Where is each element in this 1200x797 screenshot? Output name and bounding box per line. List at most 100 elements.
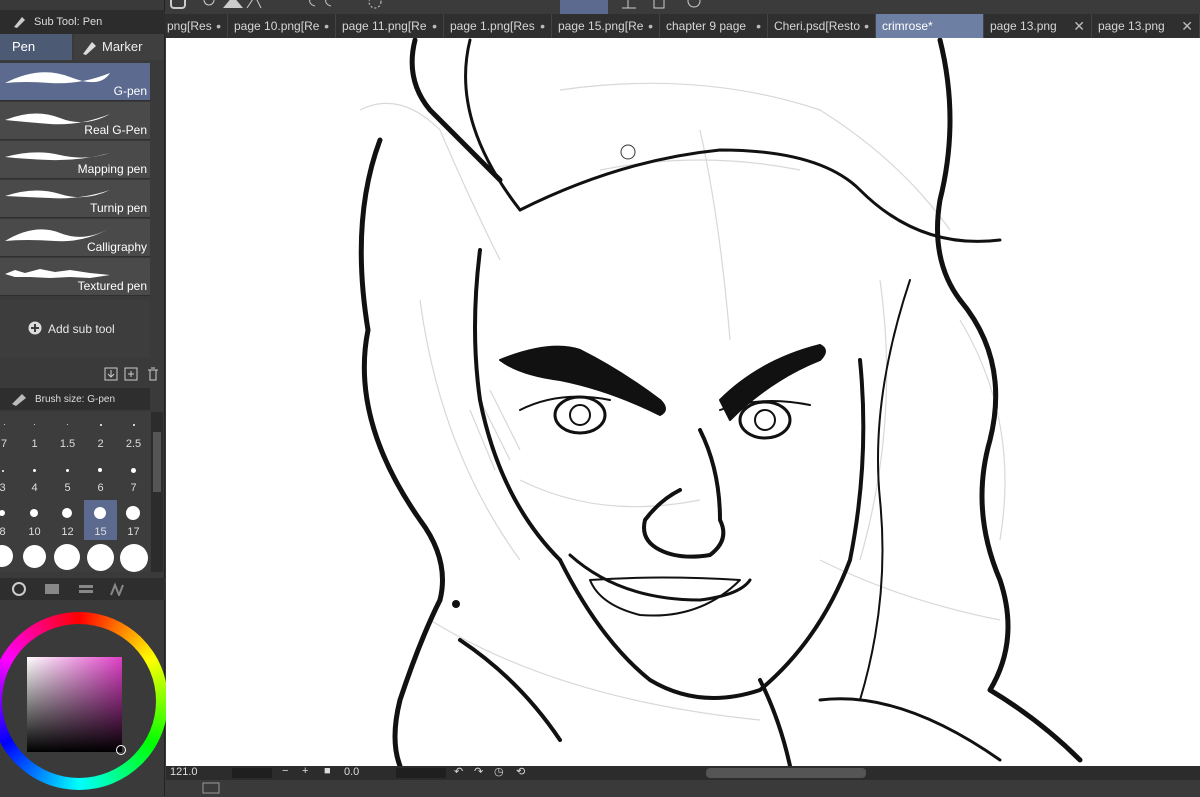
size-dot <box>4 424 5 425</box>
color-set-tab-icon[interactable] <box>44 582 60 599</box>
document-tab[interactable]: chapter 9 page • <box>660 14 768 38</box>
redo-arrow-icon[interactable] <box>305 0 345 15</box>
size-label: 5 <box>64 482 71 494</box>
tool-item-mapping-pen[interactable]: Mapping pen <box>0 141 150 179</box>
document-tab[interactable]: page 11.png[Re • <box>336 14 444 38</box>
tab-pen-label: Pen <box>12 39 36 54</box>
loading-icon <box>365 0 385 15</box>
color-picker-handle[interactable] <box>116 745 126 755</box>
phone-icon[interactable] <box>650 0 668 15</box>
brush-size-cell[interactable]: 8 <box>0 500 19 540</box>
horizontal-scrollbar[interactable] <box>706 768 866 778</box>
size-dot <box>94 507 106 519</box>
brush-size-cell-selected[interactable]: 15 <box>84 500 117 540</box>
tab-modified-dot: • <box>324 18 329 34</box>
zoom-in-icon[interactable]: + <box>302 765 308 777</box>
tool-label: Calligraphy <box>86 240 147 254</box>
size-dot <box>100 424 102 426</box>
brush-size-grid: .7 1 1.5 2 2.5 3 4 5 6 7 8 10 12 15 17 <box>0 412 150 572</box>
intermediate-color-tab-icon[interactable] <box>78 582 94 599</box>
tool-item-g-pen[interactable]: G-pen <box>0 63 150 101</box>
tool-item-calligraphy[interactable]: Calligraphy <box>0 219 150 257</box>
brush-size-cell[interactable]: 7 <box>117 456 150 496</box>
drawing-canvas[interactable] <box>166 38 1200 766</box>
brush-size-cell[interactable]: 1.5 <box>51 412 84 452</box>
close-icon[interactable]: ✕ <box>1073 14 1085 38</box>
brush-size-cell[interactable]: 5 <box>51 456 84 496</box>
brush-size-cell[interactable] <box>18 542 51 582</box>
brush-size-cell[interactable] <box>117 542 150 582</box>
color-square[interactable] <box>27 657 122 752</box>
tool-item-textured-pen[interactable]: Textured pen <box>0 258 150 296</box>
rotation-value[interactable]: 0.0 <box>344 766 359 778</box>
brush-size-cell[interactable]: 4 <box>18 456 51 496</box>
zoom-out-icon[interactable]: − <box>282 765 288 777</box>
document-tab-bar: png[Res • page 10.png[Re • page 11.png[Re •… <box>165 14 1200 38</box>
add-icon[interactable] <box>28 321 42 338</box>
document-tab[interactable]: page 13.png ✕ <box>984 14 1092 38</box>
reset-rotation-icon[interactable]: ◷ <box>494 765 504 778</box>
status-bar: 121.0 − + ■ 0.0 ↶ ↷ ◷ ⟲ <box>166 765 1200 780</box>
brush-size-cell[interactable]: 12 <box>51 500 84 540</box>
zoom-value[interactable]: 121.0 <box>170 766 198 778</box>
document-tab[interactable]: Cheri.psd[Resto • <box>768 14 876 38</box>
rotate-left-icon[interactable]: ↶ <box>454 765 463 778</box>
size-label: 6 <box>97 482 104 494</box>
size-dot <box>126 506 140 520</box>
brush-size-cell[interactable] <box>51 542 84 582</box>
line-art-drawing <box>358 38 1083 766</box>
color-wheel-tab-icon[interactable] <box>12 582 26 599</box>
size-dot <box>87 544 114 571</box>
size-dot <box>2 470 4 472</box>
trash-icon[interactable] <box>146 367 160 384</box>
brush-size-cell[interactable]: 2.5 <box>117 412 150 452</box>
brush-size-cell[interactable] <box>84 542 117 582</box>
scroll-thumb[interactable] <box>153 432 161 492</box>
tab-marker[interactable]: Marker <box>74 34 164 60</box>
help-icon[interactable] <box>685 0 703 15</box>
tool-label: Turnip pen <box>90 201 147 215</box>
zoom-slider[interactable] <box>232 768 272 778</box>
brush-size-cell[interactable]: 10 <box>18 500 51 540</box>
fit-icon[interactable]: ■ <box>324 765 331 777</box>
brush-size-cell[interactable]: 1 <box>18 412 51 452</box>
subtool-header-icon <box>12 13 28 29</box>
document-tab[interactable]: page 10.png[Re • <box>228 14 336 38</box>
tab-pen[interactable]: Pen <box>0 34 72 60</box>
brush-size-cell[interactable] <box>0 542 19 582</box>
tab-label: page 11.png[Re <box>342 19 427 33</box>
subtool-title: Sub Tool: Pen <box>34 16 103 28</box>
brush-size-cell[interactable]: 6 <box>84 456 117 496</box>
layer-panel-icon[interactable] <box>202 782 220 797</box>
flip-icon[interactable]: ⟲ <box>516 765 525 778</box>
document-tab[interactable]: page 1.png[Res • <box>444 14 552 38</box>
undo-tool-icon[interactable] <box>203 0 263 15</box>
size-label: 2.5 <box>125 438 142 450</box>
document-tab[interactable]: png[Res • <box>165 14 228 38</box>
document-tab[interactable]: page 13.png ✕ <box>1092 14 1200 38</box>
add-sub-tool-button[interactable]: Add sub tool <box>48 322 115 336</box>
size-label: 1.5 <box>59 438 76 450</box>
rotate-right-icon[interactable]: ↷ <box>474 765 483 778</box>
tab-marker-label: Marker <box>102 39 143 54</box>
brush-size-cell[interactable]: 2 <box>84 412 117 452</box>
rotation-slider[interactable] <box>396 768 446 778</box>
bottom-bar <box>166 780 1200 796</box>
document-tab-active[interactable]: crimrose* <box>876 14 984 38</box>
import-icon[interactable] <box>104 367 118 384</box>
tool-label: G-pen <box>113 84 147 98</box>
close-icon[interactable]: ✕ <box>1181 14 1193 38</box>
tool-item-real-g-pen[interactable]: Real G-Pen <box>0 102 150 140</box>
brush-size-cell[interactable]: 17 <box>117 500 150 540</box>
color-slider-tab-icon[interactable] <box>110 582 126 599</box>
duplicate-icon[interactable] <box>124 367 138 384</box>
brush-size-cell[interactable]: 3 <box>0 456 19 496</box>
camera-icon[interactable] <box>169 0 187 15</box>
document-tab[interactable]: page 15.png[Re • <box>552 14 660 38</box>
selection-mode-button[interactable] <box>560 0 608 14</box>
size-dot <box>30 509 38 517</box>
brush-size-scrollbar[interactable] <box>151 412 163 572</box>
grid-icon[interactable] <box>620 0 638 15</box>
tool-item-turnip-pen[interactable]: Turnip pen <box>0 180 150 218</box>
g-pen-stroke-icon <box>5 72 110 84</box>
